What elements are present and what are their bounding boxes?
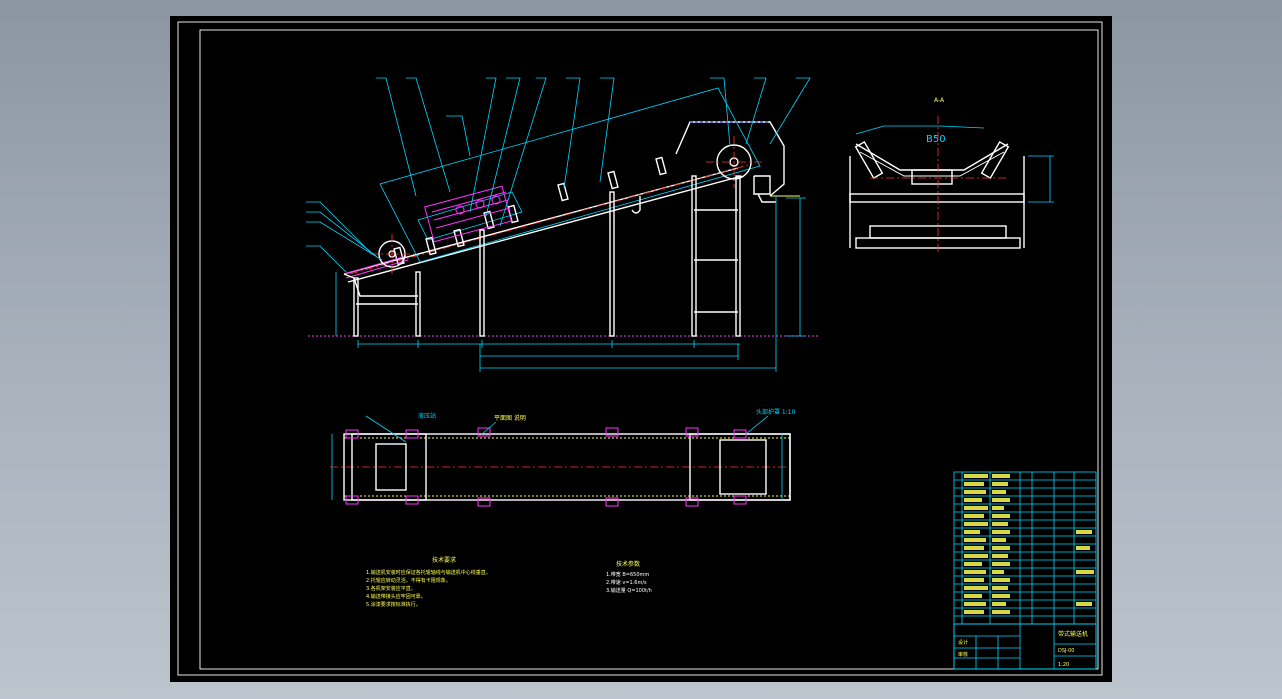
plan-note: 平面图 说明 [494,414,526,422]
spec-line-3: 3.输送量 Q=100t/h [606,587,652,594]
tech-req-line-3: 3.各机架安装应平直。 [366,585,416,592]
leader-lines [306,77,811,273]
wing-idler-right [980,140,1010,180]
title-drawing-number: DSJ-00 [1058,648,1075,654]
spec-line-2: 2.带速 v=1.6m/s [606,580,647,586]
wing-idler-left [854,140,884,180]
title-designer: 设计 [958,639,968,646]
section-mark: A-A [934,97,945,104]
technical-notes: 技术要求 1.输送机安装时应保证各托辊轴线与输送机中心线垂直。 2.托辊应转动灵… [366,556,652,608]
title-checker: 审核 [958,651,968,658]
frame-beam [849,193,1025,203]
tech-req-line-2: 2.托辊应转动灵活，不得有卡阻现象。 [366,577,451,584]
title-scale: 1:20 [1058,662,1069,668]
cad-drawing: A-A B50 液压站 平面图 说明 头部护罩 1:10 技术要求 1.输送机安… [177,21,1103,676]
tech-req-line-1: 1.输送机安装时应保证各托辊轴线与输送机中心线垂直。 [366,569,491,576]
spec-title: 技术参数 [616,560,640,568]
tail-pulley [370,234,414,274]
cad-viewport[interactable]: A-A B50 液压站 平面图 说明 头部护罩 1:10 技术要求 1.输送机安… [170,16,1112,682]
side-elevation-view [306,77,820,372]
plan-tag-left: 液压站 [418,412,436,420]
spec-line-1: 1.带宽 B=650mm [606,571,649,578]
belt-width-label: B50 [926,134,946,145]
tail-guard-outline [417,191,523,241]
cross-section-view: A-A B50 [849,97,1054,252]
tech-req-line-4: 4.输送带接头应牢固可靠。 [366,593,426,600]
plan-view: 液压站 平面图 说明 头部护罩 1:10 [330,408,796,507]
plan-tag-right: 头部护罩 1:10 [756,408,796,416]
guard-outline [379,87,761,263]
tail-frame [343,273,418,297]
belt-lower [347,175,743,283]
plan-dimensions [331,415,783,500]
title-drawing-name: 带式输送机 [1058,630,1088,638]
tech-req-title: 技术要求 [432,556,456,564]
tech-req-line-5: 5.涂漆要求按标准执行。 [366,601,421,608]
center-idler [911,169,953,185]
